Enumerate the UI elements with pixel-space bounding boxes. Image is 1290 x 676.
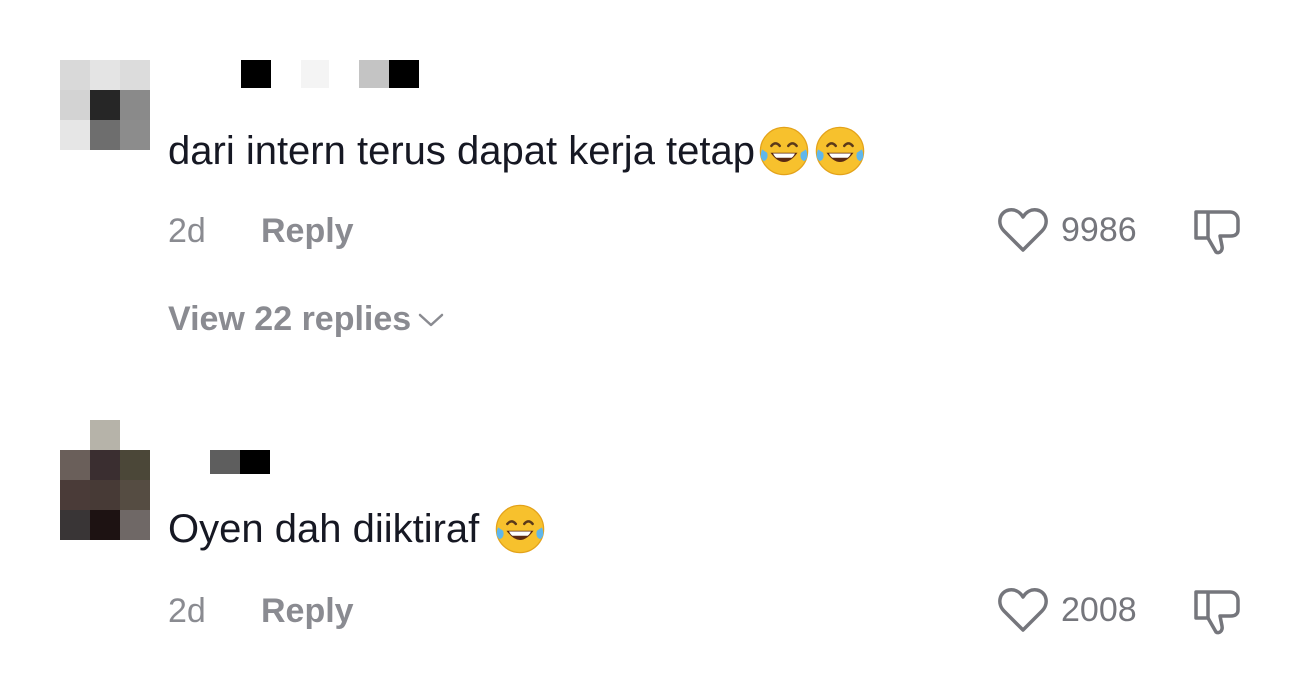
username[interactable] xyxy=(210,450,270,474)
thumbs-down-outline-icon[interactable] xyxy=(1190,586,1242,638)
comment-meta: 2d Reply xyxy=(168,592,354,631)
reply-button[interactable]: Reply xyxy=(261,592,354,631)
laughing-emoji-icon xyxy=(493,502,547,556)
like-count: 2008 xyxy=(1061,590,1137,629)
avatar[interactable] xyxy=(60,420,150,540)
comment-text-content: Oyen dah diiktiraf xyxy=(168,507,480,551)
comment-item: Oyen dah diiktiraf 2d Reply 2008 xyxy=(0,0,1290,676)
comment-time: 2d xyxy=(168,592,206,630)
comment-text: Oyen dah diiktiraf xyxy=(168,502,547,556)
heart-outline-icon[interactable] xyxy=(997,586,1049,634)
like-button[interactable]: 2008 xyxy=(997,586,1137,634)
